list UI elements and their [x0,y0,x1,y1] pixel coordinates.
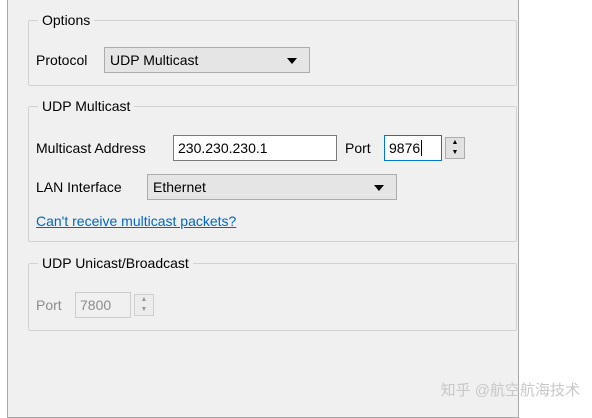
unicast-port-spinner[interactable]: ▲ ▼ [134,294,154,316]
spin-down-icon[interactable]: ▼ [135,305,153,315]
spin-up-icon[interactable]: ▲ [135,295,153,305]
lan-interface-value: Ethernet [153,179,206,195]
lan-interface-label: LAN Interface [36,179,122,195]
port-label: Port [345,140,371,156]
chevron-down-icon [287,58,297,64]
spin-up-icon[interactable]: ▲ [446,138,464,148]
protocol-label: Protocol [36,52,88,68]
udp-unicast-group-title: UDP Unicast/Broadcast [38,254,193,272]
multicast-address-label: Multicast Address [36,140,146,156]
udp-multicast-group: UDP Multicast Multicast Address 230.230.… [28,97,517,242]
unicast-port-input[interactable]: 7800 [75,292,131,318]
chevron-down-icon [374,185,384,191]
multicast-address-value: 230.230.230.1 [178,140,268,156]
unicast-port-label: Port [36,297,62,313]
multicast-address-input[interactable]: 230.230.230.1 [173,135,337,161]
port-input[interactable]: 9876 [384,135,442,161]
text-caret [421,140,423,156]
options-group: Options Protocol UDP Multicast [28,11,517,86]
multicast-help-link[interactable]: Can't receive multicast packets? [36,211,236,231]
udp-unicast-group: UDP Unicast/Broadcast Port 7800 ▲ ▼ [28,254,517,331]
options-group-title: Options [38,11,95,29]
protocol-dropdown[interactable]: UDP Multicast [104,47,310,73]
settings-panel: Options Protocol UDP Multicast UDP Multi… [7,0,519,418]
unicast-port-value: 7800 [80,297,112,313]
watermark: 知乎 @航空航海技术 [440,382,580,399]
protocol-dropdown-value: UDP Multicast [110,52,199,68]
spin-down-icon[interactable]: ▼ [446,148,464,158]
lan-interface-dropdown[interactable]: Ethernet [147,174,397,200]
udp-multicast-group-title: UDP Multicast [38,97,135,115]
port-value: 9876 [389,140,421,156]
port-spinner[interactable]: ▲ ▼ [445,137,465,159]
